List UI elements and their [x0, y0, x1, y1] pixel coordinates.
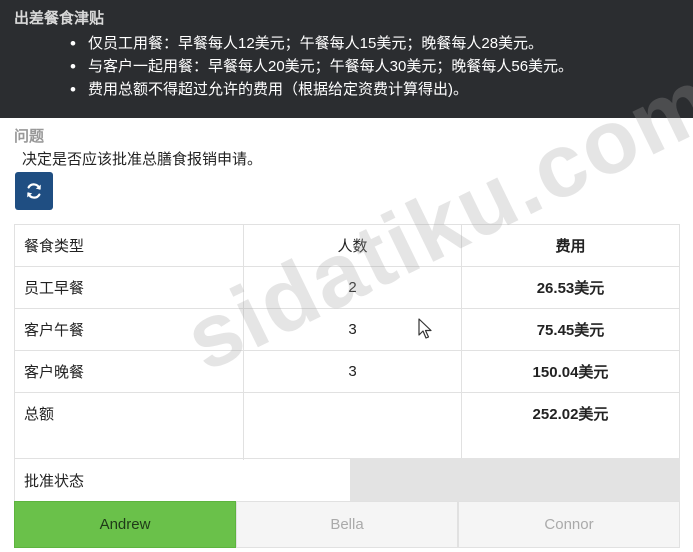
choice-andrew-button[interactable]: Andrew — [14, 501, 236, 548]
meal-type-cell: 员工早餐 — [15, 267, 244, 308]
table-total-row: 总额 252.02美元 — [15, 392, 679, 434]
refresh-button[interactable] — [15, 172, 53, 210]
header-count: 人数 — [244, 225, 462, 266]
rules-panel: 出差餐食津贴 仅员工用餐：早餐每人12美元；午餐每人15美元；晚餐每人28美元。… — [0, 0, 693, 118]
header-meal-type: 餐食类型 — [15, 225, 244, 266]
mouse-cursor-icon — [418, 318, 432, 339]
meal-type-cell: 客户晚餐 — [15, 351, 244, 392]
spacer-cell — [15, 434, 244, 460]
approval-status-value[interactable] — [350, 458, 680, 501]
table-spacer — [15, 434, 679, 460]
refresh-icon — [27, 183, 41, 199]
question-label: 问题 — [14, 128, 45, 145]
choice-bella-button[interactable]: Bella — [236, 501, 458, 548]
total-label-cell: 总额 — [15, 393, 244, 434]
approval-status-label: 批准状态 — [14, 458, 350, 501]
rule-item: 与客户一起用餐：早餐每人20美元；午餐每人30美元；晚餐每人56美元。 — [70, 55, 679, 78]
rule-item: 费用总额不得超过允许的费用（根据给定资费计算得出)。 — [70, 78, 679, 101]
table-row: 客户午餐 3 75.45美元 — [15, 308, 679, 350]
question-text: 决定是否应该批准总膳食报销申请。 — [22, 151, 263, 168]
count-cell: 2 — [244, 267, 462, 308]
meal-table: 餐食类型 人数 费用 员工早餐 2 26.53美元 客户午餐 3 75.45美元… — [14, 224, 680, 460]
rules-title: 出差餐食津贴 — [14, 10, 105, 27]
table-header-row: 餐食类型 人数 费用 — [15, 224, 679, 266]
meal-type-cell: 客户午餐 — [15, 309, 244, 350]
cost-cell: 150.04美元 — [532, 364, 609, 381]
table-row: 员工早餐 2 26.53美元 — [15, 266, 679, 308]
count-cell: 3 — [244, 351, 462, 392]
approver-choices: Andrew Bella Connor — [14, 501, 680, 548]
cost-cell: 26.53美元 — [536, 280, 605, 297]
cost-cell: 75.45美元 — [536, 322, 605, 339]
total-count-cell — [244, 393, 462, 434]
choice-connor-button[interactable]: Connor — [458, 501, 680, 548]
approval-status-row: 批准状态 — [14, 458, 680, 501]
spacer-cell — [462, 434, 679, 460]
spacer-cell — [244, 434, 462, 460]
rules-list: 仅员工用餐：早餐每人12美元；午餐每人15美元；晚餐每人28美元。 与客户一起用… — [70, 32, 679, 101]
total-cost-cell: 252.02美元 — [532, 406, 609, 423]
table-row: 客户晚餐 3 150.04美元 — [15, 350, 679, 392]
header-cost: 费用 — [555, 238, 586, 255]
rule-item: 仅员工用餐：早餐每人12美元；午餐每人15美元；晚餐每人28美元。 — [70, 32, 679, 55]
